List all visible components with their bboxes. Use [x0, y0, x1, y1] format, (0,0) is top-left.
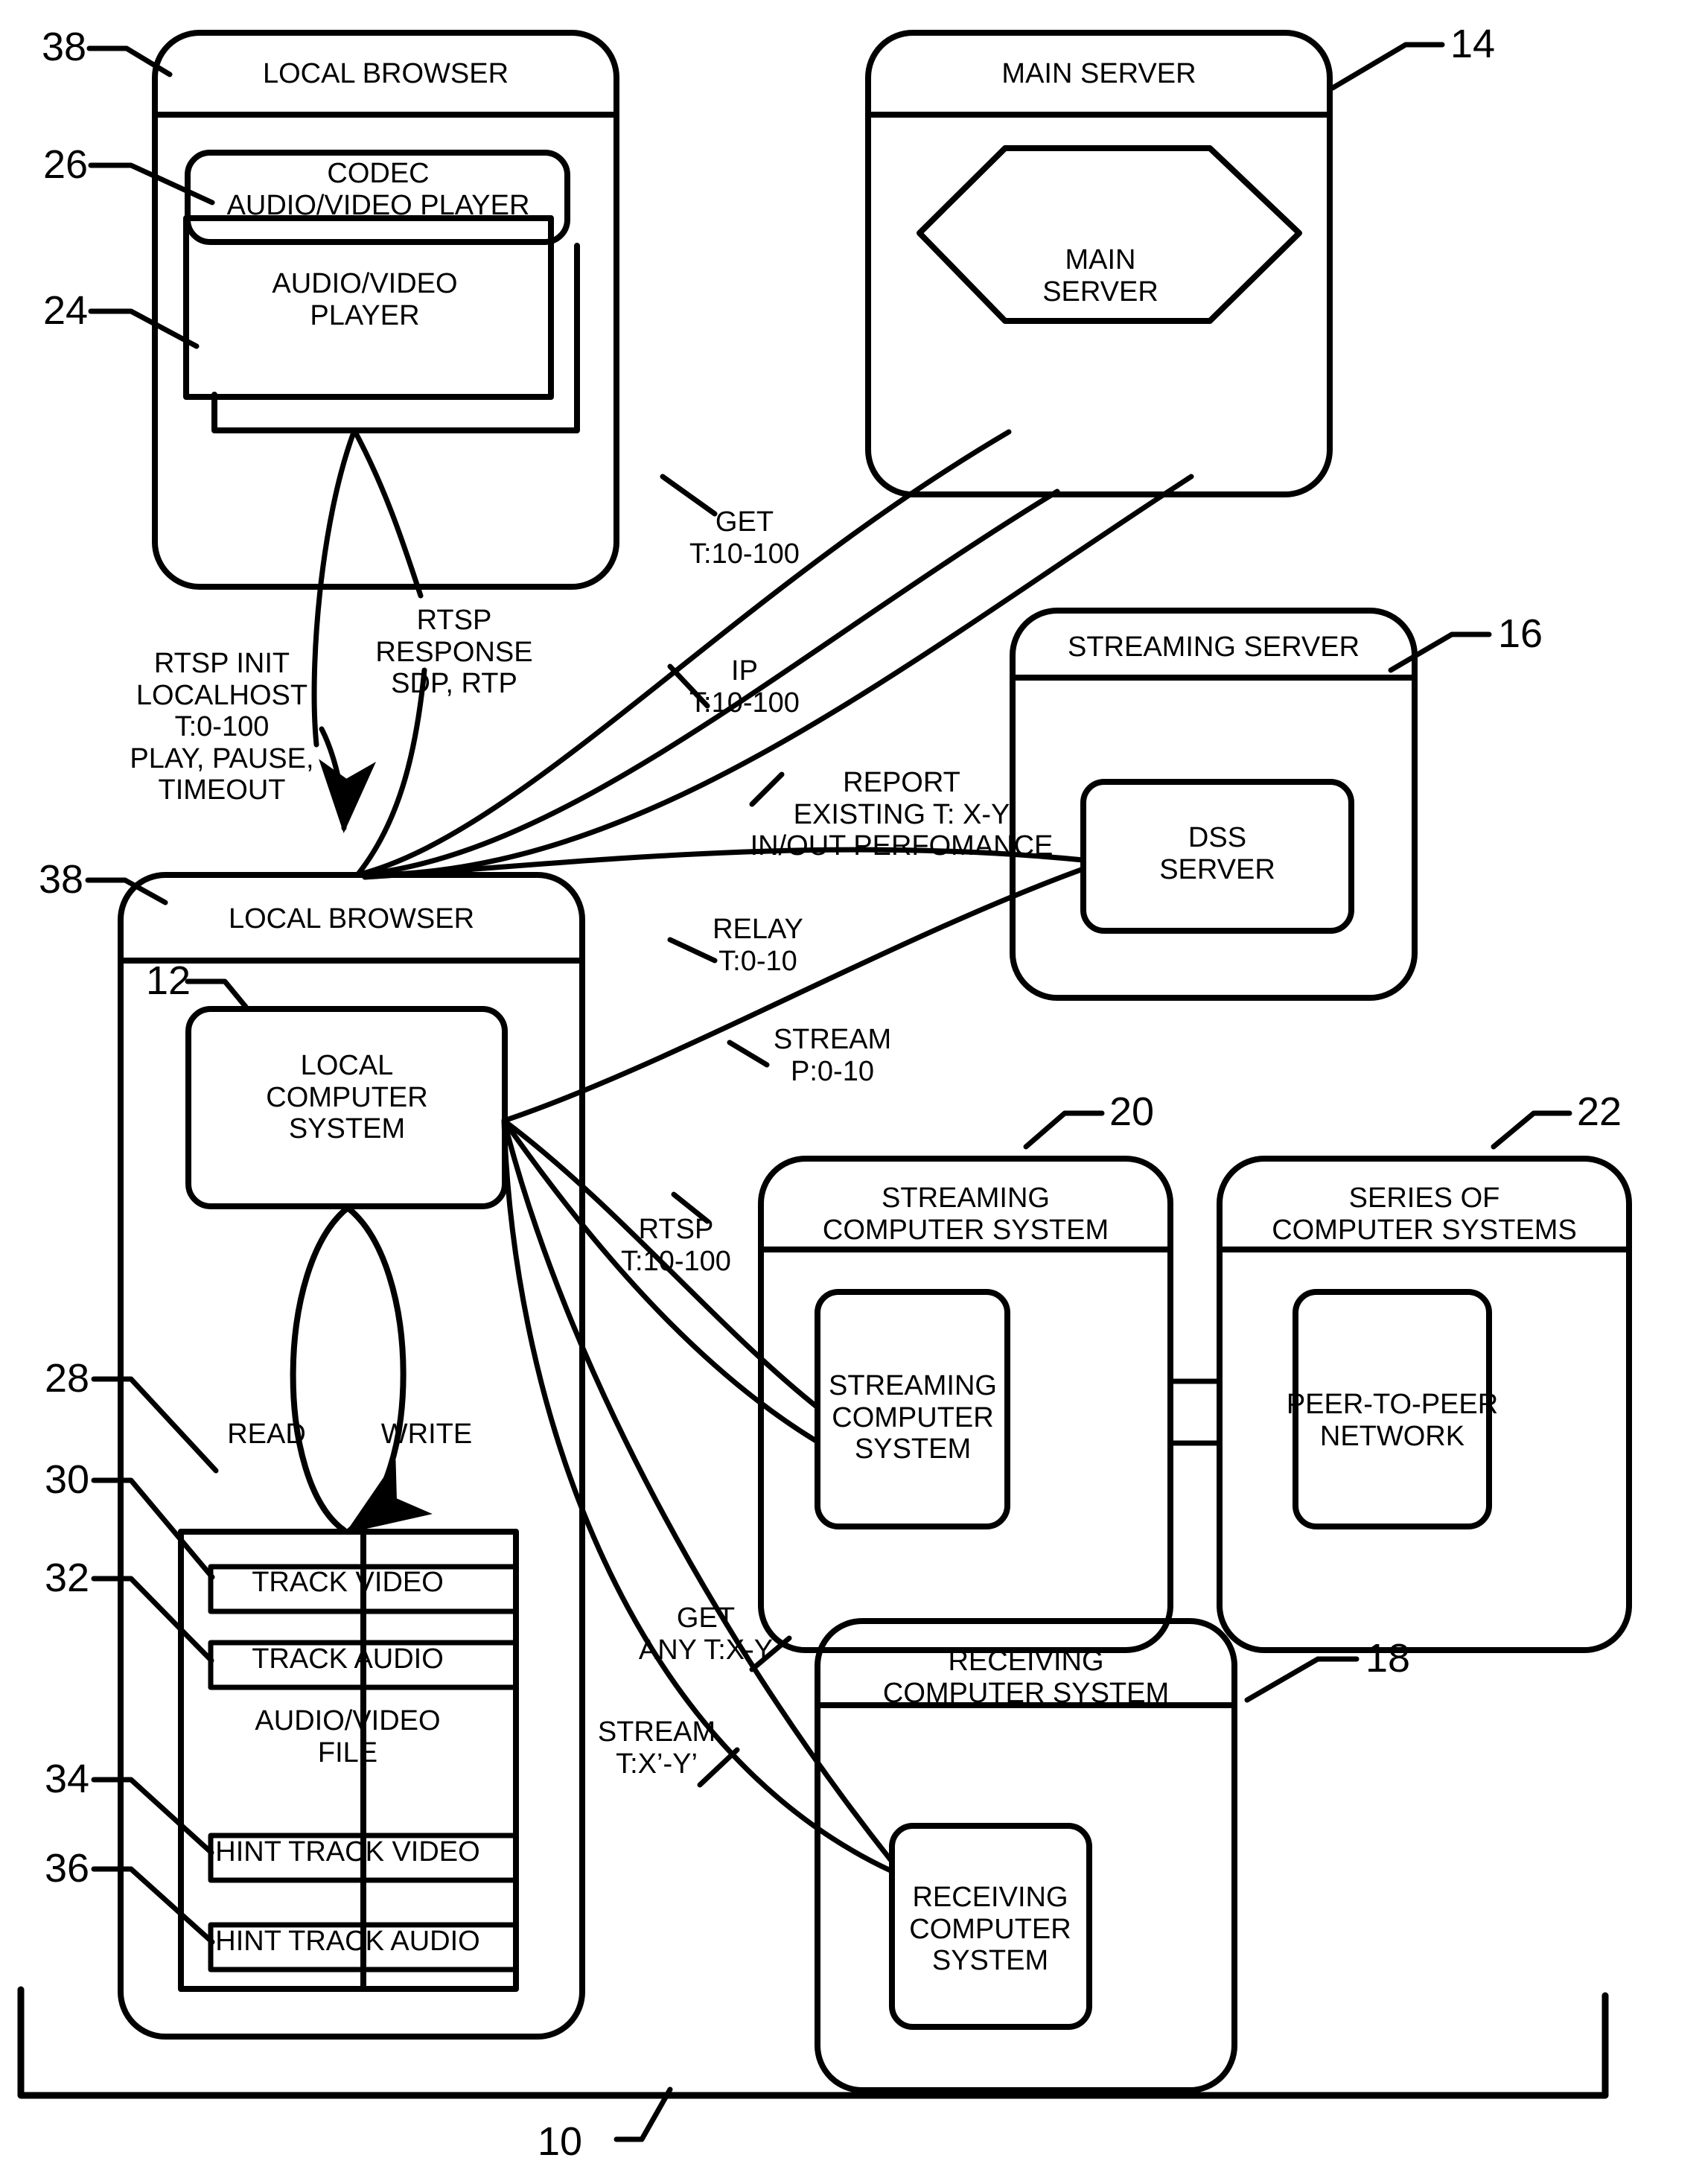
ref-38-top: 38 [42, 25, 87, 69]
ref-20: 20 [1109, 1089, 1155, 1134]
ref-30: 30 [45, 1457, 90, 1502]
ref-32: 32 [45, 1556, 90, 1600]
read-label: READ [227, 1419, 306, 1450]
ref-38-bottom: 38 [39, 857, 84, 902]
av-file-label: AUDIO/VIDEO FILE [255, 1705, 441, 1768]
edge-to-streaming-inner [501, 1118, 819, 1444]
patent-figure: LOCAL BROWSER CODEC AUDIO/VIDEO PLAYER A… [0, 0, 1702, 2184]
local-computer-system-label: LOCAL COMPUTER SYSTEM [266, 1050, 428, 1145]
dss-server-label: DSS SERVER [1159, 822, 1275, 885]
track-video-label: TRACK VIDEO [252, 1567, 444, 1598]
ref-12: 12 [146, 958, 191, 1003]
ref-18: 18 [1365, 1636, 1411, 1681]
ref-34: 34 [45, 1757, 90, 1801]
bus-connector [1167, 1378, 1223, 1446]
edge-label-get-any-txy: GET ANY T:X-Y [638, 1602, 774, 1666]
receiving-computer-system-inner-label: RECEIVING COMPUTER SYSTEM [909, 1882, 1071, 1977]
system-bracket [17, 1986, 1609, 2142]
edge-rtsp-response [354, 667, 427, 878]
ref-36: 36 [45, 1846, 90, 1891]
streaming-server-title: STREAMING SERVER [1067, 631, 1360, 663]
peer-to-peer-network-label: PEER-TO-PEER NETWORK [1286, 1389, 1499, 1452]
edge-label-rtsp-init: RTSP INIT LOCALHOST T:0-100 PLAY, PAUSE,… [130, 648, 314, 806]
main-server-hex-label: MAIN SERVER [1042, 244, 1158, 308]
track-audio-label: TRACK AUDIO [252, 1643, 444, 1675]
read-write-lens [290, 1205, 433, 1534]
local-browser-top-title: LOCAL BROWSER [262, 58, 509, 89]
edge-label-rtsp-t10-100: RTSP T:10-100 [621, 1214, 731, 1277]
hint-track-video-label: HINT TRACK VIDEO [215, 1836, 480, 1868]
ref-22: 22 [1577, 1089, 1622, 1134]
codec-player-label: CODEC AUDIO/VIDEO PLAYER [226, 158, 530, 221]
av-player-label: AUDIO/VIDEO PLAYER [272, 268, 458, 331]
ref-28: 28 [45, 1356, 90, 1401]
edge-label-ip-t10-100: IP T:10-100 [689, 655, 800, 719]
main-server-title: MAIN SERVER [1001, 58, 1196, 89]
streaming-computer-system-inner-label: STREAMING COMPUTER SYSTEM [829, 1370, 997, 1465]
edge-label-stream-txy-prime: STREAM T:X’-Y’ [597, 1716, 716, 1780]
edge-label-stream-p0-10: STREAM P:0-10 [773, 1024, 892, 1087]
ref-16: 16 [1498, 611, 1543, 656]
hint-track-audio-label: HINT TRACK AUDIO [215, 1926, 480, 1957]
edge-label-relay-t0-10: RELAY T:0-10 [713, 914, 803, 977]
streaming-computer-system-title: STREAMING COMPUTER SYSTEM [822, 1182, 1109, 1246]
ref-10-overall: 10 [538, 2119, 583, 2164]
series-of-computer-systems-title: SERIES OF COMPUTER SYSTEMS [1272, 1182, 1577, 1246]
write-label: WRITE [380, 1419, 473, 1450]
local-browser-bottom-title: LOCAL BROWSER [228, 903, 475, 935]
edge-label-report-existing: REPORT EXISTING T: X-Y IN/OUT PERFOMANCE [750, 767, 1054, 862]
edge-label-rtsp-response: RTSP RESPONSE SDP, RTP [375, 605, 533, 700]
ref-14: 14 [1450, 22, 1496, 66]
receiving-computer-system-title: RECEIVING COMPUTER SYSTEM [882, 1646, 1170, 1709]
edge-label-get-t10-100: GET T:10-100 [689, 506, 800, 570]
edge-rtsp-init [319, 726, 376, 833]
ref-26: 26 [43, 142, 89, 187]
ref-24: 24 [43, 288, 89, 333]
